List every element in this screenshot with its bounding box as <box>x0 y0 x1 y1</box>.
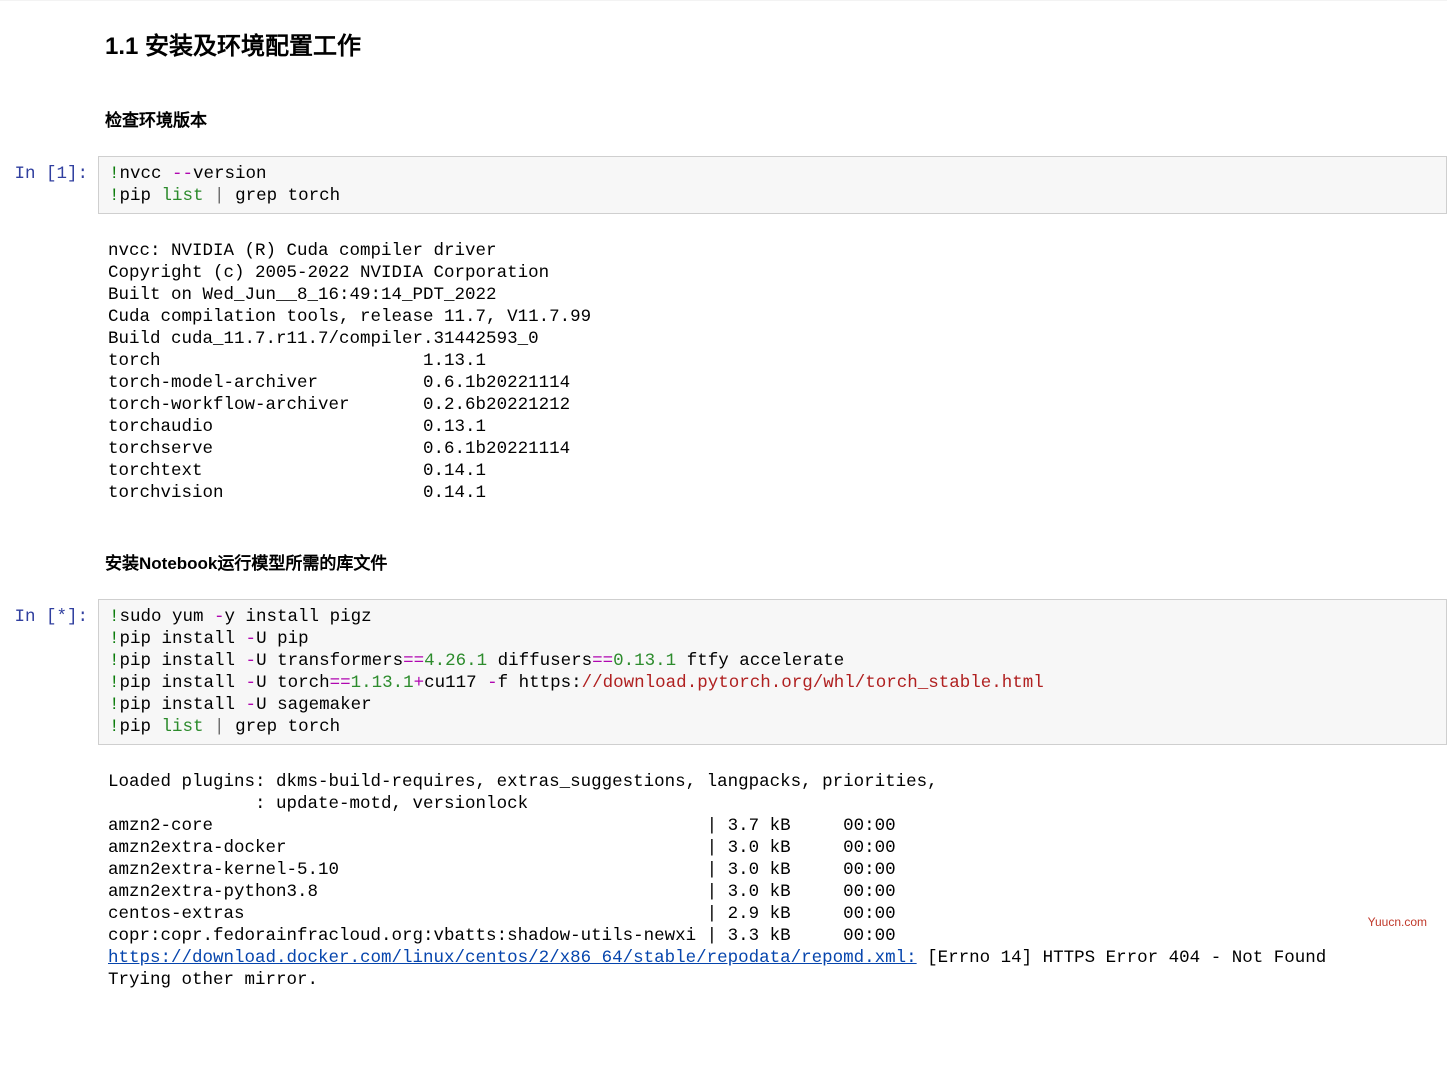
code-token: grep torch <box>235 186 340 206</box>
code-flag: - <box>246 629 257 649</box>
bang-icon: ! <box>109 651 120 671</box>
bang-icon: ! <box>109 607 120 627</box>
code-builtin: list <box>162 186 204 206</box>
code-token: f https: <box>498 673 582 693</box>
cell-1-code[interactable]: !nvcc --version !pip list | grep torch <box>98 156 1447 214</box>
code-token: U pip <box>256 629 309 649</box>
output-line: copr:copr.fedorainfracloud.org:vbatts:sh… <box>108 926 896 946</box>
output-line: torchvision 0.14.1 <box>108 483 486 503</box>
code-token: sudo yum <box>120 607 215 627</box>
code-token: U torch <box>256 673 330 693</box>
output-line: Loaded plugins: dkms-build-requires, ext… <box>108 772 938 792</box>
code-token: pip <box>120 186 162 206</box>
code-token: pip install <box>120 673 246 693</box>
bang-icon: ! <box>109 629 120 649</box>
output-line: Trying other mirror. <box>108 970 318 990</box>
cell-1: In [1]: !nvcc --version !pip list | grep… <box>0 156 1447 214</box>
code-version: 4.26.1 <box>424 651 487 671</box>
code-flag: - <box>246 673 257 693</box>
cell-2-code[interactable]: !sudo yum -y install pigz !pip install -… <box>98 599 1447 745</box>
code-token: pip install <box>120 651 246 671</box>
output-line: Cuda compilation tools, release 11.7, V1… <box>108 307 591 327</box>
cell-2: In [*]: !sudo yum -y install pigz !pip i… <box>0 599 1447 745</box>
code-token: version <box>193 164 267 184</box>
code-flag: - <box>246 651 257 671</box>
output-line: Copyright (c) 2005-2022 NVIDIA Corporati… <box>108 263 549 283</box>
cell-1-output[interactable]: nvcc: NVIDIA (R) Cuda compiler driver Co… <box>98 232 1447 504</box>
output-url[interactable]: https://download.docker.com/linux/centos… <box>108 948 917 968</box>
output-line: torch 1.13.1 <box>108 351 486 371</box>
code-flag: - <box>246 695 257 715</box>
output-line: : update-motd, versionlock <box>108 794 528 814</box>
page-title: 1.1 安装及环境配置工作 <box>105 26 1447 61</box>
bang-icon: ! <box>109 186 120 206</box>
code-eq: == <box>403 651 424 671</box>
output-line: amzn2-core | 3.7 kB 00:00 <box>108 816 896 836</box>
code-plus: + <box>414 673 425 693</box>
output-line: Built on Wed_Jun__8_16:49:14_PDT_2022 <box>108 285 497 305</box>
output-line: torch-model-archiver 0.6.1b20221114 <box>108 373 570 393</box>
code-token: pip <box>120 717 162 737</box>
code-token: pip install <box>120 695 246 715</box>
output-line: Build cuda_11.7.r11.7/compiler.31442593_… <box>108 329 539 349</box>
code-token: U transformers <box>256 651 403 671</box>
cell-1-prompt: In [1]: <box>0 156 98 185</box>
code-flag: - <box>214 607 225 627</box>
cell-2-prompt: In [*]: <box>0 599 98 628</box>
code-builtin: list <box>162 717 204 737</box>
output-line: amzn2extra-python3.8 | 3.0 kB 00:00 <box>108 882 896 902</box>
code-flag: -- <box>172 164 193 184</box>
output-line: torchtext 0.14.1 <box>108 461 486 481</box>
code-pipe: | <box>204 186 236 206</box>
bang-icon: ! <box>109 695 120 715</box>
code-eq: == <box>592 651 613 671</box>
output-line: nvcc: NVIDIA (R) Cuda compiler driver <box>108 241 497 261</box>
output-error: [Errno 14] HTTPS Error 404 - Not Found <box>917 948 1327 968</box>
code-token: y install pigz <box>225 607 372 627</box>
code-token: grep torch <box>235 717 340 737</box>
bang-icon: ! <box>109 164 120 184</box>
cell-2-output-prompt <box>0 763 98 770</box>
section-number: 1.1 <box>105 33 138 60</box>
code-eq: == <box>330 673 351 693</box>
code-token: nvcc <box>120 164 173 184</box>
code-version: 1.13.1 <box>351 673 414 693</box>
cell-2-output[interactable]: Loaded plugins: dkms-build-requires, ext… <box>98 763 1447 991</box>
output-line: centos-extras | 2.9 kB 00:00 <box>108 904 896 924</box>
notebook-page: 1.1 安装及环境配置工作 检查环境版本 In [1]: !nvcc --ver… <box>0 0 1447 1089</box>
code-url: //download.pytorch.org/whl/torch_stable.… <box>582 673 1044 693</box>
code-version: 0.13.1 <box>613 651 676 671</box>
code-token: U sagemaker <box>256 695 372 715</box>
code-token: diffusers <box>487 651 592 671</box>
section-title-zh: 安装及环境配置工作 <box>145 33 361 60</box>
subheading-env-check: 检查环境版本 <box>105 106 1447 131</box>
output-line: torch-workflow-archiver 0.2.6b20221212 <box>108 395 570 415</box>
code-token: ftfy accelerate <box>676 651 844 671</box>
code-token: cu117 <box>424 673 487 693</box>
subheading-install-deps: 安装Notebook运行模型所需的库文件 <box>105 549 1447 574</box>
bang-icon: ! <box>109 673 120 693</box>
code-flag: - <box>487 673 498 693</box>
code-pipe: | <box>204 717 236 737</box>
output-line: torchserve 0.6.1b20221114 <box>108 439 570 459</box>
output-line: amzn2extra-kernel-5.10 | 3.0 kB 00:00 <box>108 860 896 880</box>
cell-1-output-row: nvcc: NVIDIA (R) Cuda compiler driver Co… <box>0 232 1447 504</box>
bang-icon: ! <box>109 717 120 737</box>
cell-2-output-row: Loaded plugins: dkms-build-requires, ext… <box>0 763 1447 991</box>
output-line: amzn2extra-docker | 3.0 kB 00:00 <box>108 838 896 858</box>
code-token: pip install <box>120 629 246 649</box>
watermark: Yuucn.com <box>1368 915 1427 929</box>
output-line: torchaudio 0.13.1 <box>108 417 486 437</box>
cell-1-output-prompt <box>0 232 98 239</box>
